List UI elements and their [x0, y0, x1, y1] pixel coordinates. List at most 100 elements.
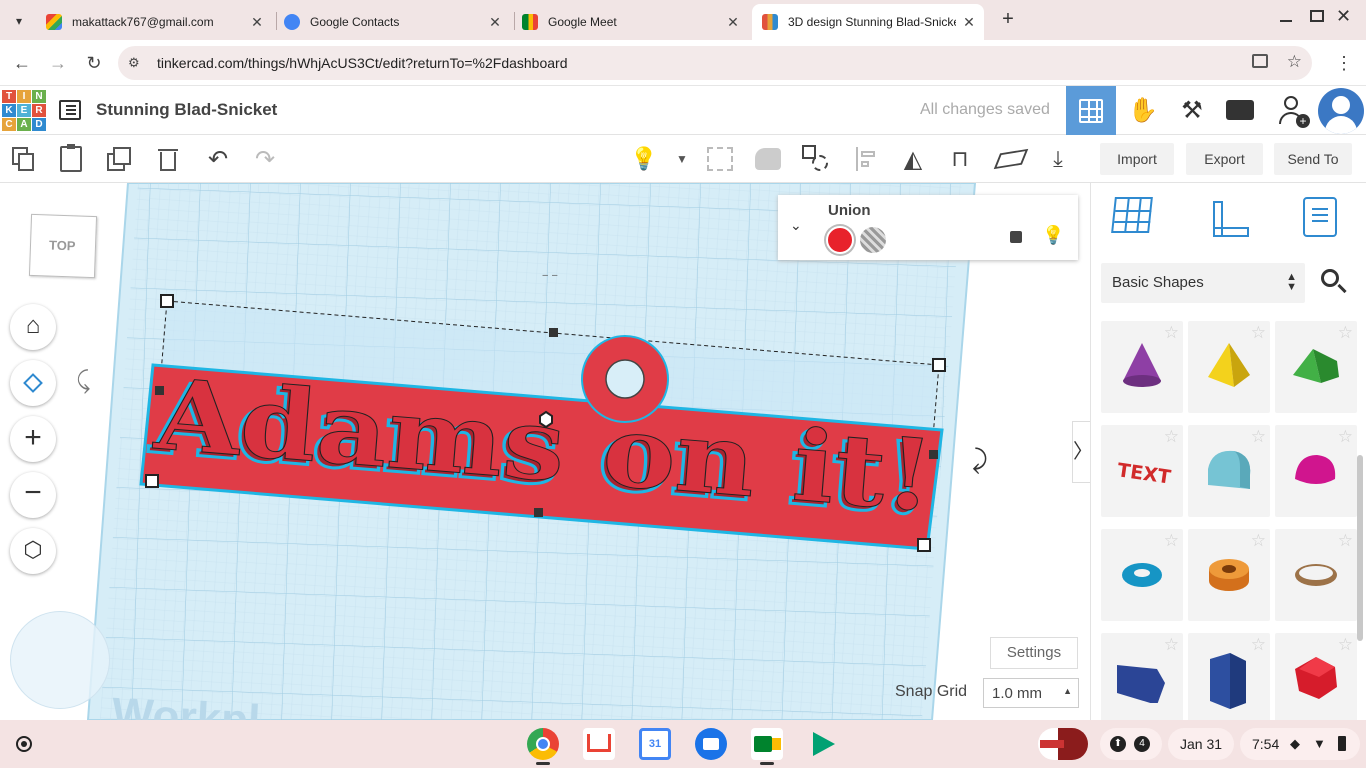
import-button[interactable]: Import [1100, 143, 1174, 175]
shape-ring[interactable]: ☆ [1275, 529, 1357, 621]
tab-meet[interactable]: Google Meet ✕ [522, 4, 748, 40]
perspective-button[interactable]: ⬡ [10, 528, 56, 574]
shape-hexagonal-prism[interactable]: ☆ [1188, 633, 1270, 720]
paste-icon[interactable] [55, 143, 87, 175]
minimize-icon[interactable] [1278, 8, 1294, 28]
favorite-star-icon[interactable]: ☆ [1164, 427, 1179, 447]
notes-icon[interactable] [1303, 197, 1337, 237]
status-tray[interactable]: 7:54 ◆ ▼ [1240, 728, 1360, 760]
calendar-icon[interactable]: 31 [639, 728, 671, 760]
favorite-star-icon[interactable]: ☆ [1251, 427, 1266, 447]
forward-icon[interactable]: → [46, 51, 70, 75]
zoom-in-button[interactable]: + [10, 416, 56, 462]
meet-app-icon[interactable] [751, 728, 783, 760]
design-title[interactable]: Stunning Blad-Snicket [96, 100, 277, 120]
delete-icon[interactable] [152, 143, 184, 175]
back-icon[interactable]: ← [10, 51, 34, 75]
bookmark-star-icon[interactable]: ☆ [1287, 52, 1302, 72]
fit-view-button[interactable] [10, 360, 56, 406]
close-icon[interactable]: ✕ [724, 13, 742, 31]
user-avatar[interactable] [1318, 88, 1364, 134]
shape-half-cylinder[interactable]: ☆ [1188, 425, 1270, 517]
lock-icon[interactable] [1010, 231, 1022, 243]
navigation-joystick[interactable] [10, 611, 110, 709]
favorite-star-icon[interactable]: ☆ [1164, 635, 1179, 655]
align-icon[interactable] [851, 143, 883, 175]
ruler-icon[interactable] [1209, 199, 1251, 241]
panel-scrollbar[interactable] [1357, 455, 1363, 641]
bricks-icon[interactable] [1226, 100, 1254, 120]
shape-text[interactable]: ☆ TEXT [1101, 425, 1183, 517]
date-tray[interactable]: Jan 31 [1168, 728, 1234, 760]
favorite-star-icon[interactable]: ☆ [1164, 531, 1179, 551]
workplane-canvas[interactable]: Workpl Adams on it! Adams on it! ⤸ ⤹ ‒ ‒… [0, 183, 1090, 720]
files-icon[interactable] [695, 728, 727, 760]
workplane-svg[interactable]: Workpl Adams on it! Adams on it! ⤸ ⤹ ‒ ‒ [0, 183, 1090, 720]
shape-cone[interactable]: ☆ [1101, 321, 1183, 413]
address-bar[interactable]: ⚙ tinkercad.com/things/hWhjAcUS3Ct/edit?… [118, 46, 1312, 80]
ungroup-icon[interactable] [752, 143, 784, 175]
chrome-icon[interactable] [527, 728, 559, 760]
shape-tube[interactable]: ☆ [1188, 529, 1270, 621]
gmail-app-icon[interactable] [583, 728, 615, 760]
shape-polygon[interactable]: ☆ [1101, 633, 1183, 720]
solid-color-swatch[interactable] [826, 226, 854, 254]
undo-icon[interactable]: ↶ [202, 143, 234, 175]
close-icon[interactable]: ✕ [960, 13, 978, 31]
new-tab-button[interactable]: + [996, 8, 1020, 32]
favorite-star-icon[interactable]: ☆ [1164, 323, 1179, 343]
holding-space-thumbnail[interactable] [1038, 728, 1088, 760]
hole-swatch[interactable] [860, 227, 886, 253]
redo-icon[interactable]: ↷ [249, 143, 281, 175]
cruise-magnet-icon[interactable]: ⊓ [944, 143, 976, 175]
mirror-icon[interactable]: ◭ [897, 143, 929, 175]
add-user-icon[interactable]: + [1276, 94, 1310, 128]
shape-roof[interactable]: ☆ [1275, 321, 1357, 413]
collapse-chevron-icon[interactable]: ⌄ [790, 217, 802, 234]
settings-button[interactable]: Settings [990, 637, 1078, 669]
copy-icon[interactable] [8, 143, 40, 175]
align-hole-icon[interactable] [800, 143, 832, 175]
favorite-star-icon[interactable]: ☆ [1251, 323, 1266, 343]
export-button[interactable]: Export [1186, 143, 1263, 175]
shape-search-icon[interactable] [1319, 267, 1349, 297]
shape-torus[interactable]: ☆ [1101, 529, 1183, 621]
design-list-icon[interactable] [59, 100, 81, 120]
play-store-icon[interactable] [807, 728, 839, 760]
3d-view-button[interactable] [1066, 86, 1116, 135]
group-icon[interactable] [704, 143, 736, 175]
lightbulb-icon[interactable]: 💡 [628, 143, 660, 175]
shape-pyramid[interactable]: ☆ [1188, 321, 1270, 413]
tinkercad-logo[interactable]: T I N K E R C A D [2, 90, 46, 131]
shape-half-sphere[interactable]: ☆ [1275, 425, 1357, 517]
side-panel-toggle[interactable]: 〉 [1072, 421, 1090, 483]
install-app-icon[interactable] [1252, 54, 1268, 68]
favorite-star-icon[interactable]: ☆ [1338, 323, 1353, 343]
browser-menu-icon[interactable]: ⋮ [1332, 51, 1356, 75]
codeblocks-pickaxe-icon[interactable]: ⚒ [1176, 96, 1208, 124]
workplane-tool-icon[interactable] [1111, 197, 1157, 241]
tab-contacts[interactable]: Google Contacts ✕ [284, 4, 510, 40]
tab-gmail[interactable]: makattack767@gmail.com ✕ [46, 4, 272, 40]
drop-icon[interactable]: ⤓ [1042, 143, 1074, 175]
favorite-star-icon[interactable]: ☆ [1338, 531, 1353, 551]
restore-icon[interactable] [1310, 10, 1324, 22]
workplane-icon[interactable] [993, 143, 1029, 175]
home-view-button[interactable]: ⌂ [10, 304, 56, 350]
shape-category-select[interactable]: Basic Shapes ▲ ▼ [1101, 263, 1305, 303]
favorite-star-icon[interactable]: ☆ [1338, 635, 1353, 655]
send-to-button[interactable]: Send To [1274, 143, 1352, 175]
circuits-icon[interactable]: ✋ [1128, 96, 1158, 124]
close-window-icon[interactable]: ✕ [1336, 6, 1354, 28]
tab-search-button[interactable]: ▾ [8, 10, 30, 32]
shape-icosahedron[interactable]: ☆ [1275, 633, 1357, 720]
site-settings-icon[interactable]: ⚙ [128, 55, 140, 71]
close-icon[interactable]: ✕ [486, 13, 504, 31]
favorite-star-icon[interactable]: ☆ [1251, 531, 1266, 551]
snap-grid-select[interactable]: 1.0 mm ▲ [983, 678, 1079, 708]
view-cube[interactable]: TOP [28, 213, 98, 279]
lightbulb-icon[interactable]: 💡 [1042, 225, 1064, 246]
reload-icon[interactable]: ↻ [82, 51, 106, 75]
favorite-star-icon[interactable]: ☆ [1251, 635, 1266, 655]
launcher-icon[interactable] [16, 736, 32, 752]
